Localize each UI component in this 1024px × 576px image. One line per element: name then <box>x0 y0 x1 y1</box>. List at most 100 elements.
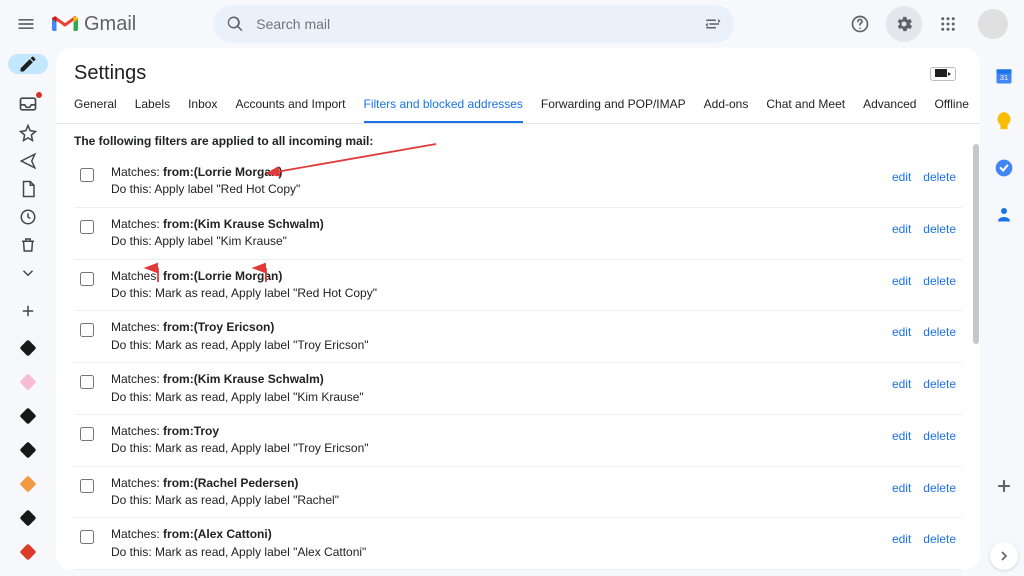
star-icon <box>19 124 37 142</box>
filter-action-line: Do this: Mark as read, Apply label "Alex… <box>111 544 878 561</box>
main-menu-button[interactable] <box>8 6 44 42</box>
filter-edit-link[interactable]: edit <box>892 429 911 443</box>
app-body: Settings General Labels Inbox Accounts and … <box>0 48 1024 576</box>
hide-side-panel-button[interactable] <box>990 542 1018 570</box>
tab-forwarding-and-pop-imap[interactable]: Forwarding and POP/IMAP <box>541 89 686 123</box>
svg-text:31: 31 <box>1000 73 1008 82</box>
filter-matches-line: Matches: from:(Lorrie Morgan) <box>111 268 878 285</box>
filter-edit-link[interactable]: edit <box>892 481 911 495</box>
filter-checkbox[interactable] <box>80 427 94 441</box>
google-apps-button[interactable] <box>930 6 966 42</box>
filter-row: Matches: from:(Lorrie Morgan)Do this: Ma… <box>74 260 962 312</box>
support-button[interactable] <box>842 6 878 42</box>
tab-accounts-and-import[interactable]: Accounts and Import <box>235 89 345 123</box>
label-color-icon <box>20 510 37 527</box>
filter-checkbox[interactable] <box>80 375 94 389</box>
display-density-menu[interactable] <box>930 67 956 81</box>
filter-row: Matches: from:(Rachel Pedersen)Do this: … <box>74 467 962 519</box>
filter-delete-link[interactable]: delete <box>923 170 956 184</box>
more-rail-item[interactable] <box>16 264 40 282</box>
search-options-icon[interactable] <box>704 15 722 33</box>
settings-button[interactable] <box>886 6 922 42</box>
account-avatar[interactable] <box>978 9 1008 39</box>
label-rail-item[interactable] <box>16 438 40 462</box>
filter-checkbox[interactable] <box>80 272 94 286</box>
filter-checkbox[interactable] <box>80 323 94 337</box>
filter-checkbox[interactable] <box>80 220 94 234</box>
filter-edit-link[interactable]: edit <box>892 170 911 184</box>
filter-texts: Matches: from:(Alex Cattoni)Do this: Mar… <box>111 526 878 561</box>
snoozed-rail-item[interactable] <box>16 208 40 226</box>
filter-action-line: Do this: Apply label "Red Hot Copy" <box>111 181 878 198</box>
scrollbar-thumb[interactable] <box>973 144 979 344</box>
tab-chat-and-meet[interactable]: Chat and Meet <box>766 89 845 123</box>
starred-rail-item[interactable] <box>16 124 40 142</box>
label-color-icon <box>20 374 37 391</box>
filter-edit-link[interactable]: edit <box>892 532 911 546</box>
filter-actions: edit delete <box>892 377 956 391</box>
label-rail-item[interactable] <box>16 370 40 394</box>
filter-edit-link[interactable]: edit <box>892 377 911 391</box>
trash-icon <box>19 236 37 254</box>
filter-edit-link[interactable]: edit <box>892 274 911 288</box>
add-label-rail-item[interactable] <box>16 302 40 320</box>
search-bar <box>214 5 734 43</box>
filter-delete-link[interactable]: delete <box>923 222 956 236</box>
chevron-right-icon <box>996 548 1012 564</box>
tab-advanced[interactable]: Advanced <box>863 89 916 123</box>
chevron-down-icon <box>19 264 37 282</box>
label-rail-item[interactable] <box>16 404 40 428</box>
compose-button[interactable] <box>8 54 48 74</box>
filter-delete-link[interactable]: delete <box>923 377 956 391</box>
gmail-logo-text: Gmail <box>84 13 136 36</box>
drafts-rail-item[interactable] <box>16 180 40 198</box>
tab-add-ons[interactable]: Add-ons <box>704 89 749 123</box>
tab-inbox[interactable]: Inbox <box>188 89 217 123</box>
filter-checkbox[interactable] <box>80 530 94 544</box>
settings-title: Settings <box>74 62 146 85</box>
filter-action-line: Do this: Mark as read, Apply label "Troy… <box>111 337 878 354</box>
filter-delete-link[interactable]: delete <box>923 481 956 495</box>
filter-checkbox[interactable] <box>80 168 94 182</box>
get-addons-button[interactable] <box>988 470 1020 502</box>
gmail-logo[interactable]: Gmail <box>52 13 136 36</box>
tasks-addon[interactable] <box>994 158 1014 178</box>
filters-intro-text: The following filters are applied to all… <box>74 134 962 156</box>
label-rail-item[interactable] <box>16 506 40 530</box>
label-rail-item[interactable] <box>16 336 40 360</box>
filter-actions: edit delete <box>892 429 956 443</box>
tab-general[interactable]: General <box>74 89 117 123</box>
trash-rail-item[interactable] <box>16 236 40 254</box>
filter-delete-link[interactable]: delete <box>923 429 956 443</box>
sent-rail-item[interactable] <box>16 152 40 170</box>
contacts-addon[interactable] <box>995 204 1013 224</box>
filter-delete-link[interactable]: delete <box>923 325 956 339</box>
filter-actions: edit delete <box>892 274 956 288</box>
search-input[interactable] <box>254 15 694 33</box>
tab-offline[interactable]: Offline <box>934 89 968 123</box>
search-pill[interactable] <box>214 5 734 43</box>
filter-checkbox[interactable] <box>80 479 94 493</box>
keep-addon[interactable] <box>995 112 1013 132</box>
calendar-addon[interactable]: 31 <box>994 66 1014 86</box>
label-rail-item[interactable] <box>16 540 40 564</box>
clock-icon <box>19 208 37 226</box>
scrollbar-track <box>973 140 979 550</box>
filter-matches-line: Matches: from:Troy <box>111 423 878 440</box>
label-list <box>16 336 40 576</box>
inbox-rail-item[interactable] <box>16 94 40 114</box>
filter-matches-line: Matches: from:(Troy Ericson) <box>111 319 878 336</box>
filter-row: Matches: from:(Troy Ericson)Do this: Mar… <box>74 311 962 363</box>
tab-filters-and-blocked-addresses[interactable]: Filters and blocked addresses <box>364 89 523 123</box>
pencil-icon <box>18 54 38 74</box>
filter-edit-link[interactable]: edit <box>892 325 911 339</box>
plus-icon <box>19 302 37 320</box>
search-icon <box>226 15 244 33</box>
filter-delete-link[interactable]: delete <box>923 532 956 546</box>
filter-delete-link[interactable]: delete <box>923 274 956 288</box>
gmail-logo-icon <box>52 14 78 34</box>
filter-action-line: Do this: Mark as read, Apply label "Kim … <box>111 389 878 406</box>
label-rail-item[interactable] <box>16 472 40 496</box>
tab-labels[interactable]: Labels <box>135 89 170 123</box>
filter-edit-link[interactable]: edit <box>892 222 911 236</box>
